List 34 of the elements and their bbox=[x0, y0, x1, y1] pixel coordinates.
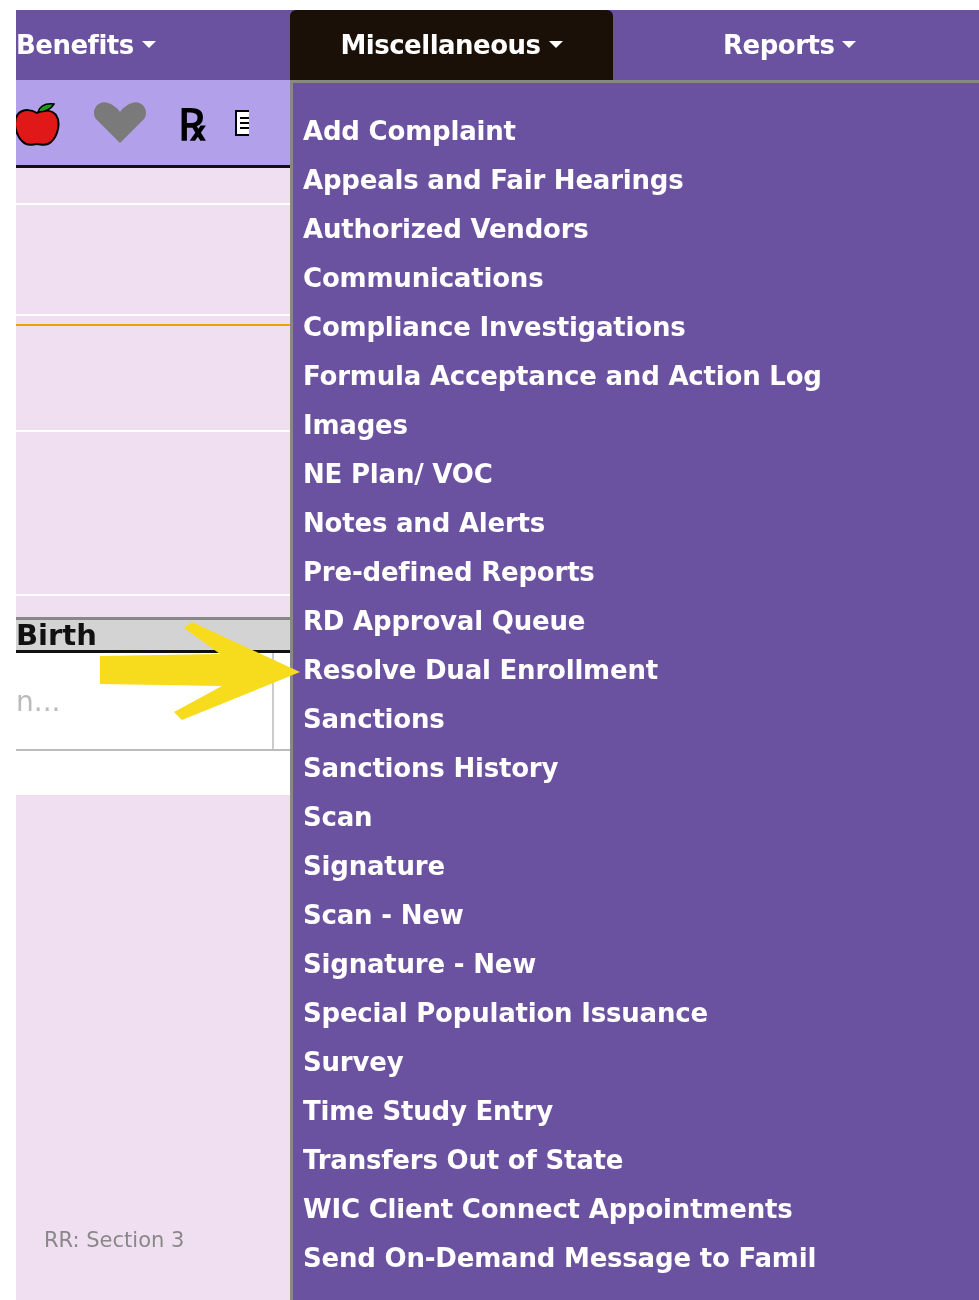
menu-item[interactable]: Notes and Alerts bbox=[303, 499, 546, 548]
menu-item[interactable]: Compliance Investigations bbox=[303, 303, 686, 352]
menu-item[interactable]: Time Study Entry bbox=[303, 1087, 553, 1136]
menu-tab[interactable]: Reports bbox=[613, 10, 979, 80]
menu-tab[interactable]: Miscellaneous bbox=[290, 10, 613, 80]
notes-icon[interactable] bbox=[235, 109, 249, 136]
menu-item[interactable]: Scan - New bbox=[303, 891, 464, 940]
menu-tab[interactable]: Benefits bbox=[16, 10, 290, 80]
caret-icon bbox=[548, 41, 563, 49]
menu-item[interactable]: Signature - New bbox=[303, 940, 536, 989]
menu-item[interactable]: Images bbox=[303, 401, 408, 450]
menu-item[interactable]: Resolve Dual Enrollment bbox=[303, 646, 658, 695]
menu-item[interactable]: Sanctions bbox=[303, 695, 445, 744]
menu-item[interactable]: Add Complaint bbox=[303, 107, 516, 156]
menu-item[interactable]: Sanctions History bbox=[303, 744, 559, 793]
menu-item[interactable]: NE Plan/ VOC bbox=[303, 450, 493, 499]
menu-item[interactable]: Special Population Issuance bbox=[303, 989, 708, 1038]
menu-item[interactable]: RD Approval Queue bbox=[303, 597, 586, 646]
menu-item[interactable]: Send On-Demand Message to Famil bbox=[303, 1234, 817, 1283]
rx-icon[interactable]: ℞ bbox=[178, 92, 205, 153]
section-label: RR: Section 3 bbox=[44, 1228, 185, 1252]
menu-item[interactable]: Communications bbox=[303, 254, 544, 303]
caret-icon bbox=[141, 41, 156, 49]
caret-icon bbox=[842, 41, 857, 49]
menu-item[interactable]: Scan bbox=[303, 793, 373, 842]
menu-item[interactable]: Pre-defined Reports bbox=[303, 548, 595, 597]
menu-item[interactable]: Signature bbox=[303, 842, 445, 891]
menu-item[interactable]: WIC Client Connect Appointments bbox=[303, 1185, 793, 1234]
menu-item[interactable]: Survey bbox=[303, 1038, 404, 1087]
menu-item[interactable]: Transfers Out of State bbox=[303, 1136, 624, 1185]
menu-item[interactable]: Appeals and Fair Hearings bbox=[303, 156, 684, 205]
menu-item[interactable]: Formula Acceptance and Action Log bbox=[303, 352, 822, 401]
column-header-text: Birth bbox=[16, 618, 97, 652]
menu-item[interactable]: Authorized Vendors bbox=[303, 205, 589, 254]
